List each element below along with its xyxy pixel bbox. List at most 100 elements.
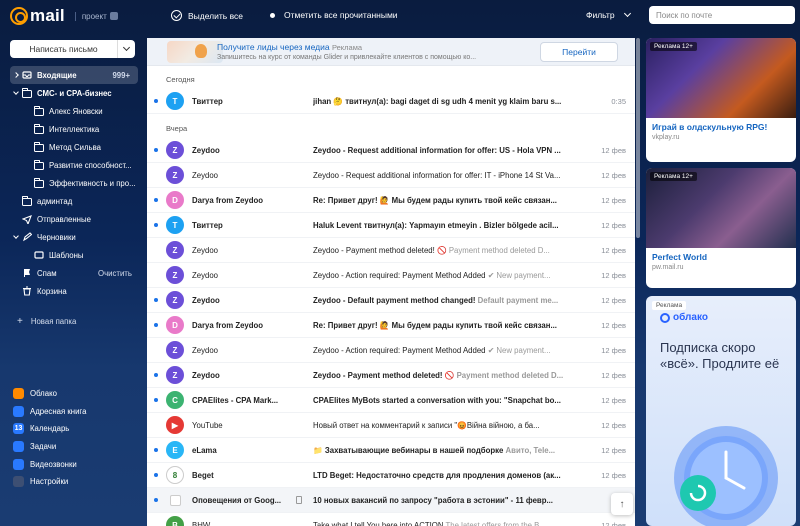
email-row[interactable]: Z Zeydoo Zeydoo - Default payment method c… (147, 288, 635, 313)
scroll-top-button[interactable]: ↑ (611, 493, 633, 515)
filter-dropdown[interactable]: Фильтр (586, 9, 631, 20)
sidebar-item[interactable]: Интеллектика (10, 120, 138, 138)
sender-avatar[interactable]: Z (166, 291, 184, 309)
game-ad-2[interactable]: Реклама 12+ Perfect World pw.mail.ru (646, 168, 796, 288)
sender-avatar[interactable]: 8 (166, 466, 184, 484)
new-folder-button[interactable]: + Новая папка (17, 316, 76, 327)
unread-dot-icon[interactable] (154, 323, 158, 327)
ad-title[interactable]: Получите лиды через медиа Реклама (217, 42, 362, 52)
subject-text: LTD Beget: Недостаточно средств для прод… (313, 470, 561, 480)
app-link[interactable]: Адресная книга (13, 403, 86, 421)
sidebar-item[interactable]: Спам Очистить (10, 264, 138, 282)
sender-avatar[interactable] (170, 494, 181, 506)
unread-dot-icon[interactable] (154, 373, 158, 377)
email-row[interactable]: D Darya from Zeydoo Re: Привет друг! 🙋 Мы … (147, 188, 635, 213)
email-row[interactable]: Z Zeydoo Zeydoo - Action required: Payment… (147, 263, 635, 288)
chevron-down-icon[interactable] (10, 88, 22, 95)
subject-text: CPAElites MyBots started a conversation … (313, 395, 561, 405)
tasks-icon (13, 441, 24, 453)
sender-avatar[interactable]: ▶ (166, 416, 184, 434)
sidebar-item[interactable]: Входящие 999+ (10, 66, 138, 84)
email-row[interactable]: Z Zeydoo Zeydoo - Request additional infor… (147, 163, 635, 188)
mark-all-read-button[interactable]: Отметить все прочитанными (267, 10, 398, 20)
sender-avatar[interactable]: B (166, 516, 184, 526)
unread-dot-icon[interactable] (154, 473, 158, 477)
email-row[interactable]: C CPAElites - CPA Mark... CPAElites MyBots… (147, 388, 635, 413)
email-row[interactable]: T Твиттер jihan 🤔 твитнул(а): bagi daget d… (147, 89, 635, 114)
sidebar-item[interactable]: Отправленные (10, 210, 138, 228)
mail-logo[interactable]: mail проект (10, 6, 118, 26)
sidebar-item[interactable]: Черновики (10, 228, 138, 246)
search-input[interactable] (649, 6, 795, 24)
email-sender: Zeydoo (192, 270, 219, 280)
app-link[interactable]: Настройки (13, 473, 86, 491)
unread-dot-icon[interactable] (154, 148, 158, 152)
app-link[interactable]: 13 Календарь (13, 420, 86, 438)
sidebar-item[interactable]: Развитие способност... (10, 156, 138, 174)
ad-go-button[interactable]: Перейти (540, 42, 618, 62)
bookmark-icon[interactable] (296, 496, 302, 504)
email-row[interactable]: EeLama 📁 Захватывающие вебинары в нашей п… (147, 438, 635, 463)
ad-banner[interactable]: Получите лиды через медиа Реклама Запиши… (147, 38, 635, 66)
email-date: 0:35 (611, 96, 626, 106)
email-row[interactable]: Z Zeydoo Zeydoo - Payment method deleted! … (147, 238, 635, 263)
game-ad-title[interactable]: Играй в олдскульную RPG! (646, 118, 796, 132)
sidebar-item[interactable]: админтад (10, 192, 138, 210)
compose-dropdown[interactable] (117, 40, 135, 58)
sender-avatar[interactable]: Z (166, 366, 184, 384)
chevron-down-icon[interactable] (10, 232, 22, 239)
game-ad-title[interactable]: Perfect World (646, 248, 796, 262)
game-ad-1[interactable]: Реклама 12+ Играй в олдскульную RPG! vkp… (646, 38, 796, 162)
sender-avatar[interactable]: Z (166, 266, 184, 284)
unread-dot-icon[interactable] (154, 198, 158, 202)
sender-avatar[interactable]: D (166, 191, 184, 209)
sender-avatar[interactable]: Z (166, 341, 184, 359)
email-row[interactable]: D Darya from Zeydoo Re: Привет друг! 🙋 Мы … (147, 313, 635, 338)
sidebar-item[interactable]: Алекс Яновски (10, 102, 138, 120)
clear-spam-link[interactable]: Очистить (98, 269, 132, 278)
app-link[interactable]: Облако (13, 385, 86, 403)
email-row[interactable]: B BHW Take what I tell You here into ACTIO… (147, 513, 635, 526)
sender-avatar[interactable]: Z (166, 166, 184, 184)
email-row[interactable]: Z Zeydoo Zeydoo - Action required: Payment… (147, 338, 635, 363)
ad-tag: Реклама (331, 43, 363, 52)
sidebar-item[interactable]: Шаблоны (10, 246, 138, 264)
email-row[interactable]: ▶ YouTube Новый ответ на комментарий к зап… (147, 413, 635, 438)
sender-avatar[interactable]: E (166, 441, 184, 459)
email-row[interactable]: Z Zeydoo Zeydoo - Request additional infor… (147, 138, 635, 163)
sidebar-item[interactable]: Метод Сильва (10, 138, 138, 156)
unread-dot-icon[interactable] (154, 448, 158, 452)
sidebar-item[interactable]: СМС- и CPA-бизнес (10, 84, 138, 102)
scrollbar[interactable] (636, 38, 640, 238)
inbox-icon (22, 70, 32, 80)
email-row[interactable]: 8 Beget LTD Beget: Недостаточно средств дл… (147, 463, 635, 488)
chevron-right-icon[interactable] (10, 72, 22, 78)
email-row[interactable]: Z Zeydoo Zeydoo - Payment method deleted! … (147, 363, 635, 388)
select-all-label: Выделить все (188, 10, 243, 21)
sender-avatar[interactable]: T (166, 216, 184, 234)
ad-tag: Реклама 12+ (650, 42, 697, 51)
app-link[interactable]: Задачи (13, 438, 86, 456)
sidebar-item[interactable]: Корзина (10, 282, 138, 300)
compose-button[interactable]: Написать письмо (10, 40, 135, 58)
sender-avatar[interactable]: Z (166, 141, 184, 159)
cloud-ad[interactable]: Реклама облако Подписка скоро «всё». Про… (646, 296, 796, 526)
sidebar-item[interactable]: Эффективность и про... (10, 174, 138, 192)
cloud-ad-text: Подписка скоро «всё». Продлите её (660, 340, 780, 371)
email-row[interactable]: Оповещения от Goog... 10 новых вакансий п… (147, 488, 635, 513)
unread-dot-icon[interactable] (154, 498, 158, 502)
select-all-button[interactable]: Выделить все (171, 10, 243, 21)
email-subject: Новый ответ на комментарий к записи "😡Ві… (313, 421, 565, 430)
email-date: 12 фев (601, 195, 626, 205)
sender-avatar[interactable]: C (166, 391, 184, 409)
unread-dot-icon[interactable] (154, 223, 158, 227)
sender-avatar[interactable]: Z (166, 241, 184, 259)
email-row[interactable]: T Твиттер Haluk Levent твитнул(а): Yapmayı… (147, 213, 635, 238)
sender-avatar[interactable]: T (166, 92, 184, 110)
sender-avatar[interactable]: D (166, 316, 184, 334)
sidebar-item-label: админтад (37, 196, 73, 206)
unread-dot-icon[interactable] (154, 398, 158, 402)
unread-dot-icon[interactable] (154, 99, 158, 103)
app-link[interactable]: Видеозвонки (13, 455, 86, 473)
unread-dot-icon[interactable] (154, 298, 158, 302)
